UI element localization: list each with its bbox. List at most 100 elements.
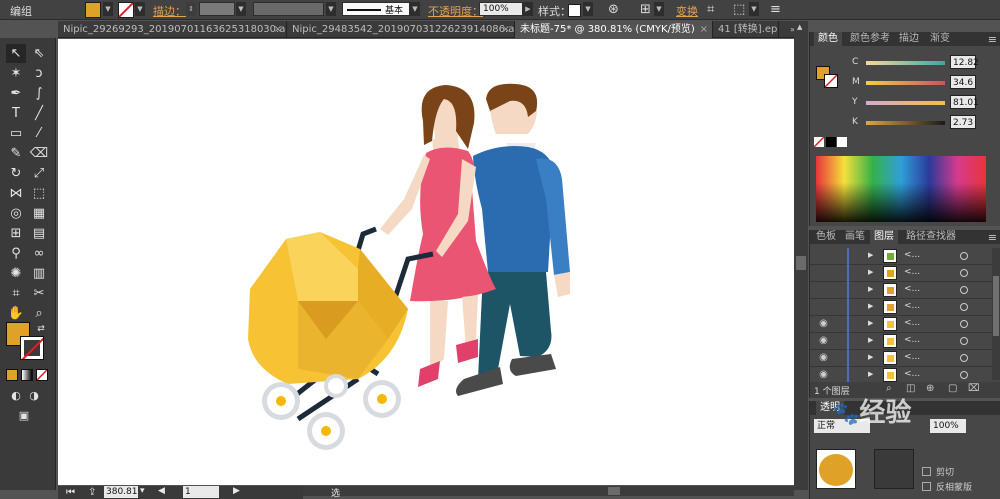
- horizontal-scrollbar[interactable]: [303, 486, 794, 496]
- brush-dropdown[interactable]: ▼: [410, 2, 420, 16]
- slider-value[interactable]: 2.73: [950, 115, 976, 129]
- slider-track[interactable]: [866, 121, 945, 125]
- black-color-chip[interactable]: [826, 137, 836, 147]
- target-circle-icon[interactable]: [960, 286, 968, 294]
- tab-document-2[interactable]: Nipic_29483542_20190703122623914086.ai* …: [287, 21, 515, 38]
- graphic-style-swatch[interactable]: [568, 4, 581, 17]
- transform-label[interactable]: 变换: [676, 3, 698, 19]
- close-icon[interactable]: ×: [700, 21, 708, 38]
- stroke-weight-dropdown[interactable]: ▼: [236, 2, 246, 16]
- expand-triangle-icon[interactable]: ▶: [868, 268, 873, 276]
- pencil-tool-icon[interactable]: ✎: [6, 144, 26, 163]
- tab-document-active[interactable]: 未标题-75* @ 380.81% (CMYK/预览) ×: [515, 21, 713, 38]
- layer-row[interactable]: ▶ <...: [810, 299, 1000, 316]
- graphic-style-dropdown[interactable]: ▼: [583, 2, 593, 16]
- tab-brushes[interactable]: 画笔: [841, 230, 869, 244]
- scroll-thumb[interactable]: [993, 276, 999, 336]
- blend-tool-icon[interactable]: ∞: [29, 244, 49, 263]
- screen-mode-icon[interactable]: ▣: [14, 406, 34, 425]
- tab-color-guide[interactable]: 颜色参考: [846, 32, 894, 46]
- page-field[interactable]: 1: [183, 486, 219, 498]
- stroke-color-box[interactable]: [20, 336, 44, 360]
- layer-row[interactable]: ◉ ▶ <...: [810, 316, 1000, 333]
- curvature-tool-icon[interactable]: ∫: [29, 84, 49, 103]
- target-circle-icon[interactable]: [960, 337, 968, 345]
- layer-row[interactable]: ▶ <...: [810, 248, 1000, 265]
- draw-behind-icon[interactable]: ◑: [24, 386, 44, 405]
- isolate-icon[interactable]: ⌗: [707, 2, 714, 17]
- opacity-field[interactable]: 100%: [479, 2, 523, 16]
- tab-gradient[interactable]: 渐变: [926, 32, 954, 46]
- cyan-slider[interactable]: C 12.82: [810, 55, 1000, 75]
- width-tool-icon[interactable]: ⋈: [6, 184, 26, 203]
- visibility-eye-icon[interactable]: ◉: [817, 318, 830, 330]
- white-color-chip[interactable]: [837, 137, 847, 147]
- gradient-mode-button[interactable]: [21, 369, 33, 381]
- magenta-slider[interactable]: M 34.6: [810, 75, 1000, 95]
- stroke-weight-field[interactable]: [199, 2, 235, 16]
- close-icon[interactable]: ×: [502, 21, 510, 38]
- recolor-icon[interactable]: ⊛: [608, 2, 619, 17]
- slider-track[interactable]: [866, 61, 945, 65]
- slider-value[interactable]: 34.6: [950, 75, 976, 89]
- color-spectrum[interactable]: [816, 156, 986, 222]
- align-dropdown[interactable]: ▼: [654, 2, 664, 16]
- target-circle-icon[interactable]: [960, 303, 968, 311]
- zoom-field[interactable]: 380.81: [104, 486, 138, 498]
- tab-pathfinder[interactable]: 路径查找器: [902, 230, 960, 244]
- free-transform-tool-icon[interactable]: ⬚: [29, 184, 49, 203]
- expand-triangle-icon[interactable]: ▶: [868, 302, 873, 310]
- yellow-slider[interactable]: Y 81.01: [810, 95, 1000, 115]
- pen-tool-icon[interactable]: ✒: [6, 84, 26, 103]
- layer-row[interactable]: ◉ ▶ <...: [810, 333, 1000, 350]
- magic-wand-tool-icon[interactable]: ✶: [6, 64, 26, 83]
- selection-tool-icon[interactable]: ↖: [6, 44, 26, 63]
- hand-tool-icon[interactable]: ✋: [6, 304, 26, 323]
- slider-value[interactable]: 12.82: [950, 55, 979, 69]
- zoom-dropdown-icon[interactable]: ▾: [140, 486, 145, 496]
- fill-swatch[interactable]: [85, 2, 101, 18]
- expand-triangle-icon[interactable]: ▶: [868, 285, 873, 293]
- line-tool-icon[interactable]: ╱: [29, 104, 49, 123]
- direct-selection-tool-icon[interactable]: ⇖: [29, 44, 49, 63]
- panel-menu-icon[interactable]: ≡: [770, 2, 781, 17]
- fill-dropdown[interactable]: ▼: [103, 2, 113, 16]
- stroke-dropdown[interactable]: ▼: [135, 2, 145, 16]
- eyedropper-tool-icon[interactable]: ⚲: [6, 244, 26, 263]
- none-mode-button[interactable]: [36, 369, 48, 381]
- selection-options-icon[interactable]: ⬚: [733, 2, 745, 17]
- visibility-eye-icon[interactable]: [817, 301, 830, 313]
- profile-dropdown[interactable]: ▼: [326, 2, 336, 16]
- scroll-thumb[interactable]: [608, 487, 620, 495]
- black-slider[interactable]: K 2.73: [810, 115, 1000, 135]
- column-graph-tool-icon[interactable]: ▥: [29, 264, 49, 283]
- visibility-eye-icon[interactable]: [817, 284, 830, 296]
- transparency-opacity-field[interactable]: 100%: [930, 419, 966, 433]
- next-artboard-icon[interactable]: ▶: [233, 486, 240, 496]
- variable-width-profile[interactable]: [253, 2, 324, 16]
- none-color-chip[interactable]: [813, 136, 825, 148]
- artboard-tool-icon[interactable]: ⌗: [6, 284, 26, 303]
- clip-checkbox[interactable]: [922, 467, 931, 476]
- scroll-up-icon[interactable]: ▲: [797, 23, 802, 31]
- object-thumbnail[interactable]: [816, 449, 856, 489]
- vertical-scrollbar[interactable]: ▲: [794, 21, 808, 490]
- lasso-tool-icon[interactable]: ↄ: [29, 64, 49, 83]
- opacity-dropdown[interactable]: ▶: [523, 2, 533, 16]
- symbol-sprayer-tool-icon[interactable]: ✺: [6, 264, 26, 283]
- new-sublayer-icon[interactable]: ⊕: [926, 383, 934, 394]
- eraser-tool-icon[interactable]: ⌫: [29, 144, 49, 163]
- perspective-grid-tool-icon[interactable]: ▦: [29, 204, 49, 223]
- rotate-tool-icon[interactable]: ↻: [6, 164, 26, 183]
- stroke-label[interactable]: 描边：: [153, 3, 186, 19]
- visibility-eye-icon[interactable]: [817, 267, 830, 279]
- brush-definition[interactable]: 基本: [342, 2, 410, 16]
- new-layer-icon[interactable]: ▢: [948, 383, 957, 394]
- expand-triangle-icon[interactable]: ▶: [868, 336, 873, 344]
- color-mode-button[interactable]: [6, 369, 18, 381]
- draw-normal-icon[interactable]: ◐: [6, 386, 26, 405]
- share-icon[interactable]: ⇪: [88, 487, 96, 498]
- stroke-weight-stepper[interactable]: ⇕: [186, 2, 196, 16]
- rectangle-tool-icon[interactable]: ▭: [6, 124, 26, 143]
- target-circle-icon[interactable]: [960, 320, 968, 328]
